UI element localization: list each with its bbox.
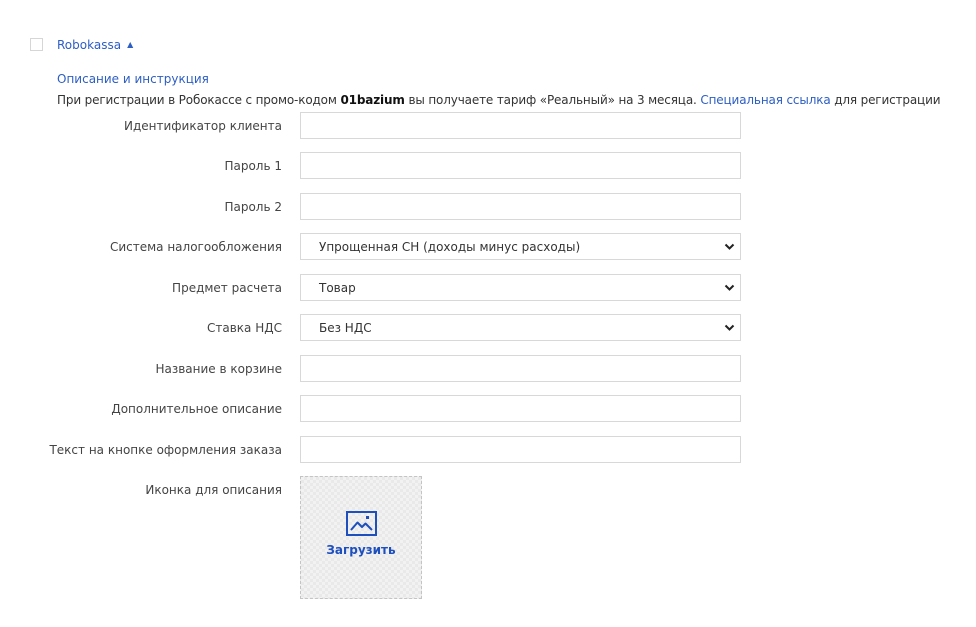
cart-name-input[interactable] xyxy=(300,355,741,382)
password2-row: Пароль 2 xyxy=(0,193,976,221)
extra-description-input[interactable] xyxy=(300,395,741,422)
special-link[interactable]: Специальная ссылка xyxy=(700,93,830,107)
vat-rate-select[interactable]: Без НДС xyxy=(300,314,741,341)
checkout-button-text-row: Текст на кнопке оформления заказа xyxy=(0,436,976,464)
password2-label: Пароль 2 xyxy=(224,200,282,214)
caret-up-icon: ▲ xyxy=(127,40,134,49)
payment-subject-value: Товар xyxy=(319,280,356,295)
module-name[interactable]: Robokassa xyxy=(57,38,121,52)
promo-text: При регистрации в Робокассе с промо-кодо… xyxy=(57,93,941,107)
client-id-label: Идентификатор клиента xyxy=(123,119,282,133)
description-link[interactable]: Описание и инструкция xyxy=(57,72,209,86)
client-id-input[interactable] xyxy=(300,112,741,139)
extra-description-label: Дополнительное описание xyxy=(111,402,282,416)
vat-rate-row: Ставка НДС Без НДС xyxy=(0,314,976,342)
extra-description-row: Дополнительное описание xyxy=(0,395,976,423)
password2-input[interactable] xyxy=(300,193,741,220)
promo-text-after: для регистрации xyxy=(830,93,941,107)
image-icon xyxy=(346,511,377,536)
chevron-down-icon xyxy=(724,284,735,291)
promo-code: 01bazium xyxy=(340,93,405,107)
cart-name-label: Название в корзине xyxy=(155,362,282,376)
upload-button-label: Загрузить xyxy=(326,543,396,557)
promo-text-middle: вы получаете тариф «Реальный» на 3 месяц… xyxy=(404,93,701,107)
upload-dropzone[interactable]: Загрузить xyxy=(300,476,422,599)
password1-input[interactable] xyxy=(300,152,741,179)
chevron-down-icon xyxy=(724,324,735,331)
password1-row: Пароль 1 xyxy=(0,152,976,180)
client-id-row: Идентификатор клиента xyxy=(0,112,976,140)
promo-text-before: При регистрации в Робокассе с промо-кодо… xyxy=(57,93,341,107)
vat-rate-value: Без НДС xyxy=(319,320,372,335)
checkout-button-text-input[interactable] xyxy=(300,436,741,463)
tax-system-row: Система налогообложения Упрощенная СН (д… xyxy=(0,233,976,261)
description-icon-label: Иконка для описания xyxy=(145,483,282,497)
checkout-button-text-label: Текст на кнопке оформления заказа xyxy=(49,443,282,457)
tax-system-value: Упрощенная СН (доходы минус расходы) xyxy=(319,239,581,254)
password1-label: Пароль 1 xyxy=(224,159,282,173)
module-enable-checkbox[interactable] xyxy=(30,38,43,51)
payment-subject-select[interactable]: Товар xyxy=(300,274,741,301)
tax-system-label: Система налогообложения xyxy=(109,240,282,254)
tax-system-select[interactable]: Упрощенная СН (доходы минус расходы) xyxy=(300,233,741,260)
module-toggle[interactable]: Robokassa ▲ xyxy=(57,38,133,52)
payment-subject-label: Предмет расчета xyxy=(172,281,282,295)
cart-name-row: Название в корзине xyxy=(0,355,976,383)
chevron-down-icon xyxy=(724,243,735,250)
vat-rate-label: Ставка НДС xyxy=(207,321,282,335)
payment-subject-row: Предмет расчета Товар xyxy=(0,274,976,302)
